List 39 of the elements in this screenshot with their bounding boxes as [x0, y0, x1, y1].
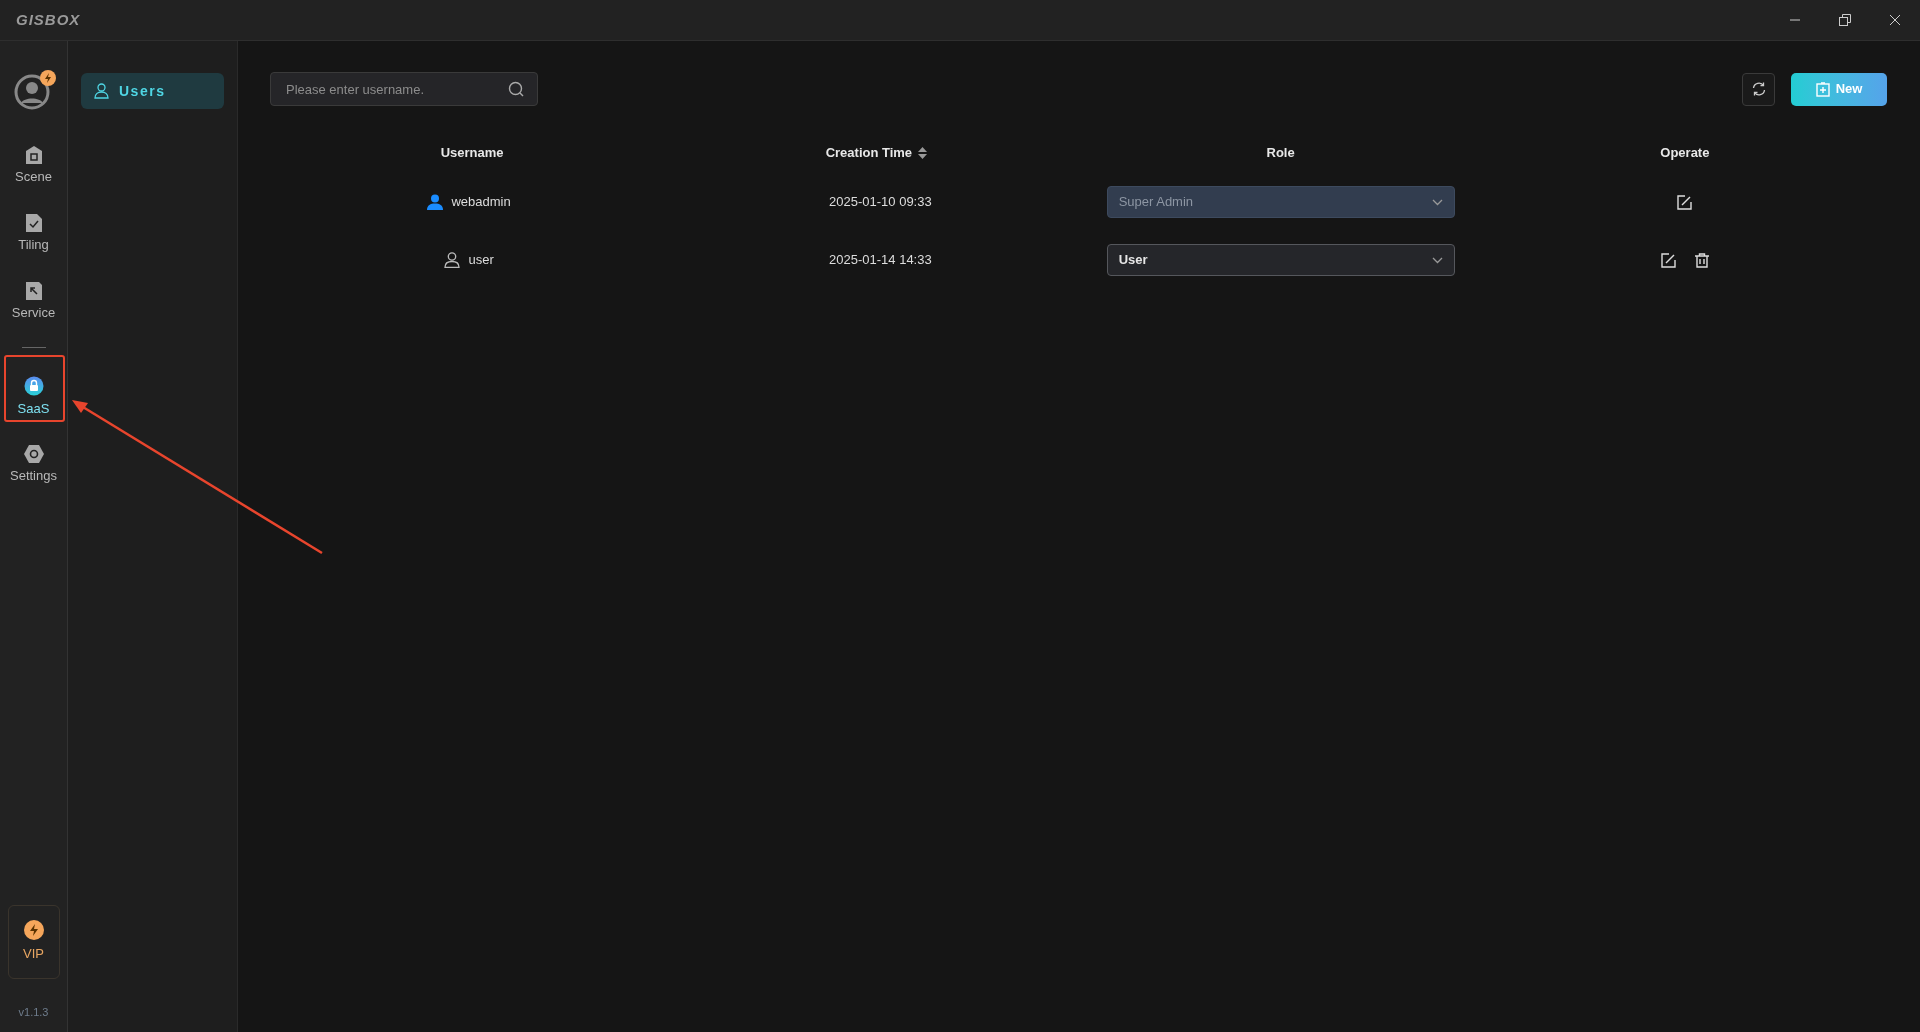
- column-header[interactable]: Creation Time: [825, 143, 913, 163]
- add-file-icon: [1815, 81, 1830, 97]
- creation-time: 2025-01-10 09:33: [829, 193, 932, 212]
- creation-time: 2025-01-14 14:33: [829, 251, 932, 270]
- nav-item[interactable]: SaaS: [3, 361, 64, 429]
- search-icon[interactable]: [508, 81, 524, 97]
- document-check-icon: [25, 213, 42, 232]
- arrow-square-icon: [25, 281, 42, 300]
- username-text: webadmin: [451, 193, 511, 212]
- nav-item[interactable]: Settings: [3, 429, 64, 497]
- column-header: Role: [1266, 144, 1295, 163]
- refresh-button[interactable]: [1742, 72, 1775, 106]
- lock-icon: [23, 375, 44, 396]
- nav-item[interactable]: Tiling: [3, 198, 64, 266]
- vip-label: VIP: [23, 944, 44, 963]
- chevron-icon: [1431, 198, 1443, 206]
- version-label: v1.1.3: [18, 1004, 49, 1020]
- column-header: Username: [440, 144, 504, 163]
- trash-icon[interactable]: [1694, 252, 1709, 268]
- sort-icon[interactable]: [918, 147, 928, 159]
- edit-icon[interactable]: [1660, 252, 1676, 268]
- column-header: Operate: [1660, 144, 1710, 163]
- role-select[interactable]: User: [1106, 244, 1455, 276]
- highlight-box: [4, 355, 65, 422]
- refresh-icon: [1750, 81, 1767, 97]
- nav-item[interactable]: Service: [3, 266, 64, 334]
- app-logo: GISBOX: [16, 9, 81, 30]
- avatar-icon[interactable]: [13, 72, 54, 112]
- username-text: user: [468, 251, 494, 270]
- chevron-icon: [1431, 256, 1443, 264]
- house-icon: [25, 145, 42, 164]
- user-icon: [94, 83, 109, 99]
- lightning-icon: [23, 919, 44, 940]
- search-field[interactable]: Please enter username.: [270, 72, 538, 106]
- settings-icon: [23, 444, 44, 463]
- vip-card[interactable]: VIP: [7, 904, 60, 979]
- edit-icon[interactable]: [1677, 194, 1693, 210]
- users-tab[interactable]: Users: [81, 73, 224, 109]
- nav-item[interactable]: Scene: [3, 130, 64, 198]
